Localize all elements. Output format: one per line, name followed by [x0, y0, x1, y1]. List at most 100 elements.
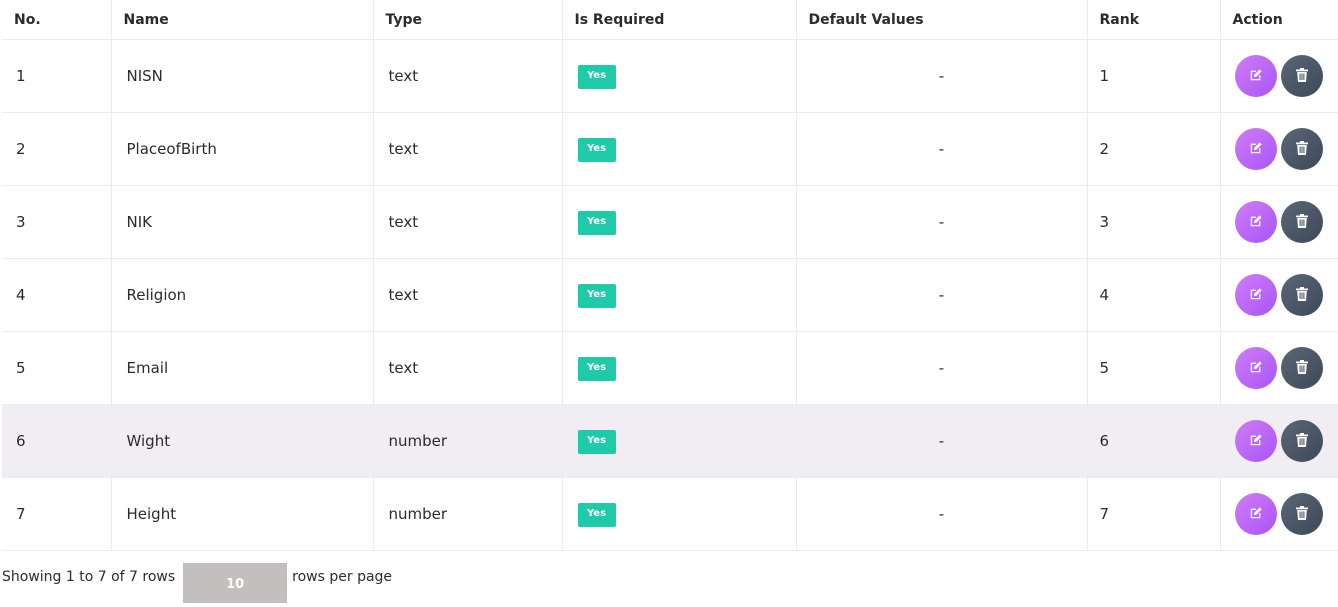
- cell-action: [1220, 477, 1338, 551]
- header-default-values: Default Values: [796, 0, 1088, 40]
- table-header: No. Name Type Is Required Default Values…: [2, 0, 1338, 40]
- edit-icon: [1249, 140, 1263, 158]
- cell-rank: 1: [1087, 39, 1221, 113]
- cell-name: Email: [111, 331, 374, 405]
- cell-no: 3: [2, 185, 112, 259]
- cell-no: 7: [2, 477, 112, 551]
- cell-is-required: Yes: [562, 477, 797, 551]
- edit-icon: [1249, 67, 1263, 85]
- cell-name: Wight: [111, 404, 374, 478]
- cell-type: text: [373, 331, 563, 405]
- cell-name: NISN: [111, 39, 374, 113]
- cell-type: number: [373, 477, 563, 551]
- cell-no: 5: [2, 331, 112, 405]
- edit-button[interactable]: [1234, 274, 1277, 316]
- trash-icon: [1295, 140, 1308, 158]
- cell-rank: 5: [1087, 331, 1221, 405]
- cell-action: [1220, 258, 1338, 332]
- rows-per-page-label: rows per page: [292, 569, 393, 585]
- cell-rank: 4: [1087, 258, 1221, 332]
- cell-type: number: [373, 404, 563, 478]
- cell-name: NIK: [111, 185, 374, 259]
- cell-is-required: Yes: [562, 112, 797, 186]
- cell-action: [1220, 39, 1338, 113]
- header-name: Name: [111, 0, 374, 40]
- cell-default-values: -: [796, 331, 1088, 405]
- header-is-required: Is Required: [562, 0, 797, 40]
- edit-button[interactable]: [1234, 347, 1277, 389]
- required-badge: Yes: [577, 429, 616, 454]
- cell-no: 1: [2, 39, 112, 113]
- pagination-footer: Showing 1 to 7 of 7 rows 10 rows per pag…: [2, 561, 393, 603]
- trash-icon: [1295, 359, 1308, 377]
- table-row: 5 Email text Yes -5: [2, 331, 1338, 405]
- cell-rank: 7: [1087, 477, 1221, 551]
- cell-action: [1220, 331, 1338, 405]
- cell-name: Religion: [111, 258, 374, 332]
- fields-table-container: No. Name Type Is Required Default Values…: [2, 0, 1338, 551]
- trash-icon: [1295, 213, 1308, 231]
- edit-icon: [1249, 213, 1263, 231]
- required-badge: Yes: [577, 356, 616, 381]
- header-type: Type: [373, 0, 563, 40]
- edit-button[interactable]: [1234, 420, 1277, 462]
- edit-button[interactable]: [1234, 55, 1277, 97]
- delete-button[interactable]: [1280, 493, 1323, 535]
- cell-type: text: [373, 39, 563, 113]
- edit-icon: [1249, 359, 1263, 377]
- delete-button[interactable]: [1280, 347, 1323, 389]
- cell-is-required: Yes: [562, 258, 797, 332]
- cell-type: text: [373, 112, 563, 186]
- cell-default-values: -: [796, 258, 1088, 332]
- header-rank: Rank: [1087, 0, 1221, 40]
- cell-action: [1220, 404, 1338, 478]
- showing-rows-text: Showing 1 to 7 of 7 rows: [2, 569, 176, 585]
- delete-button[interactable]: [1280, 420, 1323, 462]
- cell-rank: 6: [1087, 404, 1221, 478]
- page-size-select[interactable]: 10: [183, 563, 288, 603]
- delete-button[interactable]: [1280, 55, 1323, 97]
- cell-no: 2: [2, 112, 112, 186]
- cell-is-required: Yes: [562, 185, 797, 259]
- edit-button[interactable]: [1234, 128, 1277, 170]
- cell-rank: 3: [1087, 185, 1221, 259]
- table-row: 7 Height number Yes -7: [2, 477, 1338, 551]
- header-no: No.: [2, 0, 112, 40]
- cell-default-values: -: [796, 112, 1088, 186]
- cell-is-required: Yes: [562, 404, 797, 478]
- header-action: Action: [1220, 0, 1338, 40]
- delete-button[interactable]: [1280, 128, 1323, 170]
- cell-name: Height: [111, 477, 374, 551]
- cell-action: [1220, 185, 1338, 259]
- cell-is-required: Yes: [562, 331, 797, 405]
- required-badge: Yes: [577, 137, 616, 162]
- trash-icon: [1295, 432, 1308, 450]
- edit-button[interactable]: [1234, 493, 1277, 535]
- fields-table: No. Name Type Is Required Default Values…: [2, 0, 1338, 551]
- cell-default-values: -: [796, 404, 1088, 478]
- cell-no: 4: [2, 258, 112, 332]
- required-badge: Yes: [577, 502, 616, 527]
- header-row: No. Name Type Is Required Default Values…: [2, 0, 1338, 40]
- required-badge: Yes: [577, 64, 616, 89]
- table-row: 1 NISN text Yes -1: [2, 39, 1338, 113]
- delete-button[interactable]: [1280, 201, 1323, 243]
- edit-button[interactable]: [1234, 201, 1277, 243]
- cell-is-required: Yes: [562, 39, 797, 113]
- cell-no: 6: [2, 404, 112, 478]
- cell-rank: 2: [1087, 112, 1221, 186]
- cell-type: text: [373, 258, 563, 332]
- cell-default-values: -: [796, 39, 1088, 113]
- table-row: 2 PlaceofBirth text Yes -2: [2, 112, 1338, 186]
- cell-action: [1220, 112, 1338, 186]
- trash-icon: [1295, 67, 1308, 85]
- cell-name: PlaceofBirth: [111, 112, 374, 186]
- cell-default-values: -: [796, 477, 1088, 551]
- edit-icon: [1249, 286, 1263, 304]
- table-body: 1 NISN text Yes -1 2 PlaceofBirth text Yes -2 3 NIK…: [2, 39, 1338, 551]
- trash-icon: [1295, 505, 1308, 523]
- cell-default-values: -: [796, 185, 1088, 259]
- trash-icon: [1295, 286, 1308, 304]
- delete-button[interactable]: [1280, 274, 1323, 316]
- edit-icon: [1249, 432, 1263, 450]
